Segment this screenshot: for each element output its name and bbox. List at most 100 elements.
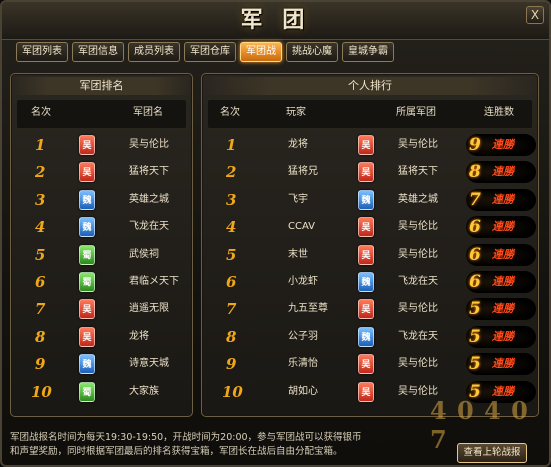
streak-count: 6 (469, 217, 481, 238)
notice-text: 军团战报名时间为每天19:30-19:50，开战时间为20:00，参与军团战可以… (10, 431, 480, 459)
player-row[interactable]: 8 公子羽 魏 飞龙在天 5 連勝 (208, 324, 536, 350)
window-title: 军 团 (240, 7, 311, 33)
legion-name: 英雄之城 (129, 193, 169, 205)
player-name: 九五至尊 (288, 303, 328, 315)
streak-label: 連勝 (492, 192, 514, 206)
rank-number: 8 (35, 327, 46, 346)
legion-row[interactable]: 2 吴 猛将天下 (17, 159, 187, 185)
header-legion-name: 军团名 (133, 107, 163, 118)
faction-badge: 蜀 (79, 244, 95, 265)
player-name: 公子羽 (288, 330, 318, 342)
streak-label: 連勝 (492, 165, 514, 179)
player-row[interactable]: 6 小龙虾 魏 飞龙在天 6 連勝 (208, 269, 536, 295)
streak-label: 連勝 (492, 247, 514, 261)
player-name: 飞宇 (288, 193, 308, 205)
tab-6[interactable]: 挑战心魔 (286, 42, 338, 62)
player-row[interactable]: 4 CCAV 吴 吴与伦比 6 連勝 (208, 214, 536, 240)
rank-number: 1 (226, 136, 237, 154)
rank-number: 2 (226, 163, 237, 182)
legion-row[interactable]: 5 蜀 武侯祠 (17, 242, 187, 268)
player-row[interactable]: 1 龙将 吴 吴与伦比 9 連勝 (208, 132, 536, 158)
streak-label: 連勝 (492, 302, 514, 316)
streak-label: 連勝 (492, 357, 514, 371)
rank-number: 1 (35, 136, 46, 154)
legion-row[interactable]: 7 吴 逍遥无限 (17, 296, 187, 322)
view-last-report-button[interactable]: 查看上轮战报 (457, 443, 527, 463)
win-streak: 5 連勝 (466, 298, 536, 321)
legion-name: 飞龙在天 (398, 276, 438, 287)
legion-name: 吴与伦比 (398, 221, 438, 233)
legion-ranking-panel: 军团排名 名次 军团名 1 吴吴与伦比 2 吴猛将天下 3 魏英雄之城 4 魏飞龙在天 5 蜀武侯… (10, 73, 193, 417)
streak-count: 6 (469, 244, 481, 265)
rank-number: 5 (226, 245, 237, 264)
rank-number: 2 (35, 163, 46, 182)
header-player: 玩家 (286, 107, 306, 118)
rank-number: 7 (226, 300, 237, 319)
tab-3[interactable]: 成员列表 (128, 42, 180, 62)
legion-name: 吴与伦比 (398, 139, 438, 150)
legion-row[interactable]: 1 吴 吴与伦比 (17, 132, 187, 158)
faction-badge: 蜀 (79, 272, 95, 292)
tab-4[interactable]: 军团仓库 (184, 42, 236, 62)
legion-row[interactable]: 6 蜀 君临メ天下 (17, 269, 187, 295)
faction-badge: 魏 (79, 354, 95, 375)
legion-row[interactable]: 8 吴 龙将 (17, 324, 187, 350)
win-streak: 6 連勝 (466, 243, 536, 266)
header-streak: 连胜数 (484, 107, 514, 118)
legion-row[interactable]: 4 魏 飞龙在天 (17, 214, 187, 240)
streak-count: 7 (469, 189, 481, 210)
legion-name: 逍遥无限 (129, 303, 169, 315)
close-button[interactable]: X (526, 6, 544, 24)
legion-row[interactable]: 9 魏 诗意天城 (17, 351, 187, 377)
personal-ranking-title: 个人排行 (202, 77, 538, 95)
personal-ranking-header: 名次 玩家 所属军团 连胜数 (208, 100, 532, 128)
player-row[interactable]: 5 末世 吴 吴与伦比 6 連勝 (208, 242, 536, 268)
win-streak: 7 連勝 (466, 188, 536, 211)
player-row[interactable]: 3 飞宇 魏 英雄之城 7 連勝 (208, 187, 536, 213)
streak-count: 8 (469, 162, 481, 183)
legion-name: 吴与伦比 (129, 139, 169, 150)
rank-number: 7 (35, 300, 46, 319)
faction-badge: 吴 (358, 244, 374, 265)
streak-count: 6 (469, 272, 481, 292)
player-name: CCAV (288, 221, 316, 233)
legion-name: 大家族 (129, 385, 159, 397)
tab-1[interactable]: 军团列表 (16, 42, 68, 62)
legion-ranking-header: 名次 军团名 (17, 100, 186, 128)
header-legion: 所属军团 (396, 107, 436, 118)
win-streak: 5 連勝 (466, 325, 536, 348)
legion-row[interactable]: 3 魏 英雄之城 (17, 187, 187, 213)
win-streak: 6 連勝 (466, 271, 536, 293)
streak-label: 連勝 (492, 220, 514, 234)
rank-number: 9 (35, 355, 46, 374)
player-name: 小龙虾 (288, 276, 318, 287)
header-rank: 名次 (31, 107, 51, 118)
player-row[interactable]: 2 猛将兄 吴 猛将天下 8 連勝 (208, 159, 536, 185)
faction-badge: 魏 (358, 189, 374, 210)
tab-5[interactable]: 军团战 (240, 42, 282, 62)
faction-badge: 吴 (79, 326, 95, 347)
faction-badge: 吴 (79, 299, 95, 320)
win-streak: 5 連勝 (466, 353, 536, 376)
rank-number: 6 (35, 273, 46, 291)
rank-number: 10 (222, 382, 243, 401)
tab-bar: 军团列表 军团信息 成员列表 军团仓库 军团战 挑战心魔 皇城争霸 (16, 42, 394, 64)
player-row[interactable]: 7 九五至尊 吴 吴与伦比 5 連勝 (208, 296, 536, 322)
streak-count: 9 (469, 135, 481, 155)
player-name: 龙将 (288, 139, 308, 150)
player-name: 末世 (288, 248, 308, 260)
streak-label: 連勝 (492, 329, 514, 343)
faction-badge: 吴 (79, 135, 95, 155)
legion-name: 龙将 (129, 330, 149, 342)
legion-name: 吴与伦比 (398, 303, 438, 315)
tab-2[interactable]: 军团信息 (72, 42, 124, 62)
legion-row[interactable]: 10 蜀 大家族 (17, 379, 187, 405)
legion-name: 飞龙在天 (398, 330, 438, 342)
tab-7[interactable]: 皇城争霸 (342, 42, 394, 62)
rank-number: 8 (226, 327, 237, 346)
faction-badge: 吴 (358, 135, 374, 155)
player-name: 猛将兄 (288, 166, 318, 178)
streak-count: 5 (469, 354, 481, 375)
rank-number: 3 (226, 190, 237, 209)
player-row[interactable]: 9 乐清怡 吴 吴与伦比 5 連勝 (208, 351, 536, 377)
